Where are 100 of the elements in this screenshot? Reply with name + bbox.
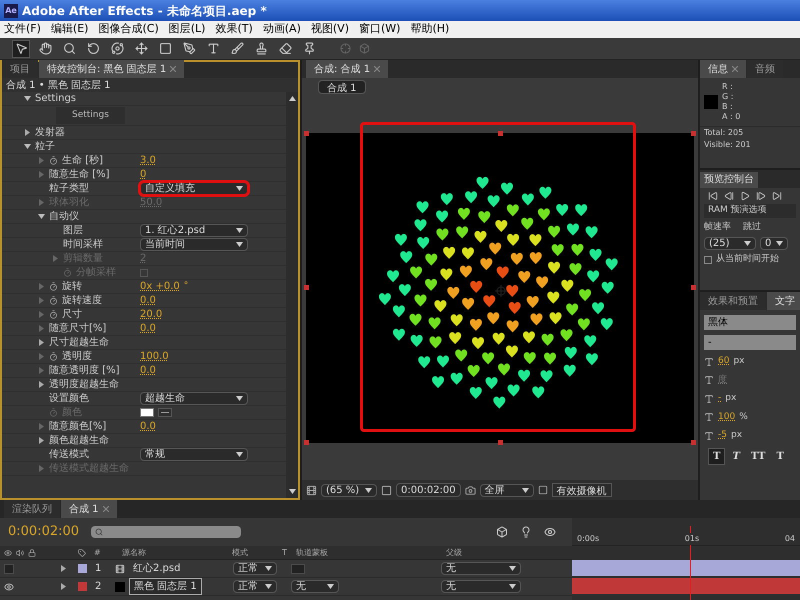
- panel-tab[interactable]: 渲染队列: [4, 500, 60, 518]
- panel-tab[interactable]: 预览控制台: [700, 172, 758, 188]
- first-frame-icon[interactable]: [708, 191, 718, 201]
- visibility-eye-icon[interactable]: [4, 582, 14, 592]
- expand-triangle-icon[interactable]: [60, 565, 67, 572]
- property-value[interactable]: 0.0: [140, 293, 156, 308]
- font-size-value[interactable]: 60: [718, 355, 730, 368]
- scrollbar[interactable]: [286, 92, 298, 498]
- font-style-field[interactable]: -: [704, 335, 796, 350]
- property-dropdown[interactable]: 常规: [140, 448, 248, 461]
- text-style-button[interactable]: T: [772, 448, 788, 464]
- menu-item[interactable]: 图层(L): [168, 21, 206, 38]
- parent-dropdown[interactable]: 无: [441, 562, 521, 575]
- menu-item[interactable]: 图像合成(C): [98, 21, 159, 38]
- panel-tab[interactable]: 合成 1: [61, 500, 117, 518]
- text-style-button[interactable]: T: [728, 448, 744, 464]
- menu-item[interactable]: 效果(T): [215, 21, 253, 38]
- property-value[interactable]: 0x +0.0: [140, 279, 180, 294]
- transform-handle[interactable]: [691, 440, 696, 445]
- active-camera-button[interactable]: 有效摄像机: [552, 483, 612, 497]
- font-family-field[interactable]: 黑体: [704, 315, 796, 330]
- close-icon[interactable]: [170, 66, 176, 72]
- menu-item[interactable]: 帮助(H): [410, 21, 450, 38]
- stopwatch-icon[interactable]: [49, 310, 58, 319]
- panel-tab[interactable]: 合成: 合成 1: [306, 60, 388, 78]
- close-icon[interactable]: [102, 506, 109, 512]
- panel-tab[interactable]: 信息: [700, 60, 746, 78]
- scroll-down-icon[interactable]: [288, 489, 296, 494]
- collapse-triangle-icon[interactable]: [24, 143, 31, 150]
- panel-tab[interactable]: 文字: [767, 292, 800, 310]
- time-display[interactable]: 0:00:02:00: [396, 483, 461, 497]
- layer-name[interactable]: 黑色 固态层 1: [129, 578, 202, 595]
- property-dropdown[interactable]: 1. 红心2.psd: [140, 224, 248, 237]
- last-frame-icon[interactable]: [772, 191, 782, 201]
- property-value[interactable]: 0.0: [140, 363, 156, 378]
- current-time[interactable]: 0:00:02:00: [8, 522, 80, 542]
- expand-triangle-icon[interactable]: [38, 437, 45, 444]
- blend-mode-dropdown[interactable]: 正常: [233, 562, 277, 575]
- menu-item[interactable]: 编辑(E): [50, 21, 88, 38]
- motion-blur-icon[interactable]: [544, 526, 556, 538]
- stopwatch-icon[interactable]: [49, 282, 58, 291]
- property-value[interactable]: 0: [140, 167, 146, 182]
- property-value[interactable]: 100.0: [140, 349, 169, 364]
- track-matte-dropdown[interactable]: 无: [291, 580, 339, 593]
- play-icon[interactable]: [740, 191, 750, 201]
- zoom-dropdown[interactable]: (65 %): [321, 484, 377, 496]
- film-icon[interactable]: [306, 484, 317, 496]
- expand-triangle-icon[interactable]: [60, 583, 67, 590]
- skip-dropdown[interactable]: 0: [760, 237, 788, 250]
- draft-3d-icon[interactable]: [496, 526, 508, 538]
- collapse-triangle-icon[interactable]: [24, 95, 31, 102]
- label-color-chip[interactable]: [78, 564, 87, 573]
- expand-triangle-icon[interactable]: [38, 381, 45, 388]
- composition-breadcrumb[interactable]: 合成 1: [318, 80, 366, 94]
- panel-tab[interactable]: 特效控制台: 黑色 固态层 1: [39, 60, 184, 78]
- menu-item[interactable]: 动画(A): [262, 21, 301, 38]
- visibility-toggle[interactable]: [4, 564, 14, 574]
- light-icon[interactable]: [520, 526, 532, 538]
- eyedropper-icon[interactable]: [158, 408, 172, 417]
- transform-handle[interactable]: [691, 131, 696, 136]
- camera-icon[interactable]: [464, 484, 476, 496]
- checkbox[interactable]: [704, 256, 712, 264]
- transform-handle[interactable]: [304, 440, 309, 445]
- transform-handle[interactable]: [691, 285, 696, 290]
- safe-area-icon[interactable]: [381, 484, 392, 496]
- property-value[interactable]: 0.0: [140, 419, 156, 434]
- close-icon[interactable]: [374, 66, 380, 72]
- transform-handle[interactable]: [498, 131, 503, 136]
- search-field[interactable]: [91, 526, 242, 538]
- collapse-triangle-icon[interactable]: [38, 213, 45, 220]
- vertical-scale-value[interactable]: 100: [718, 410, 736, 424]
- previous-frame-icon[interactable]: [724, 191, 734, 201]
- stopwatch-icon[interactable]: [49, 156, 58, 165]
- menu-item[interactable]: 窗口(W): [358, 21, 400, 38]
- next-frame-icon[interactable]: [756, 191, 766, 201]
- stopwatch-icon[interactable]: [49, 352, 58, 361]
- resolution-dropdown[interactable]: 全屏: [480, 484, 534, 496]
- transform-handle[interactable]: [304, 131, 309, 136]
- parent-dropdown[interactable]: 无: [441, 580, 521, 593]
- region-icon[interactable]: [538, 485, 548, 495]
- ram-preview-options[interactable]: RAM 预演选项: [704, 204, 796, 218]
- property-value[interactable]: 3.0: [140, 153, 156, 168]
- layer-name[interactable]: 红心2.psd: [129, 561, 184, 576]
- transform-handle[interactable]: [498, 440, 503, 445]
- property-dropdown[interactable]: 自定义填充: [140, 182, 248, 195]
- expand-triangle-icon[interactable]: [24, 129, 31, 136]
- transform-handle[interactable]: [304, 285, 309, 290]
- expand-triangle-icon[interactable]: [38, 339, 45, 346]
- leading-value[interactable]: -: [718, 392, 722, 406]
- frame-rate-dropdown[interactable]: (25): [704, 237, 756, 250]
- property-value[interactable]: 20.0: [140, 307, 162, 322]
- blend-mode-dropdown[interactable]: 正常: [233, 580, 277, 593]
- baseline-shift-value[interactable]: -5: [718, 429, 727, 442]
- scroll-up-icon[interactable]: [288, 96, 296, 101]
- settings-button[interactable]: Settings: [56, 107, 125, 124]
- close-icon[interactable]: [732, 66, 738, 72]
- stopwatch-icon[interactable]: [49, 296, 58, 305]
- property-dropdown[interactable]: 当前时间: [140, 238, 248, 251]
- property-dropdown[interactable]: 超越生命: [140, 392, 248, 405]
- property-value[interactable]: 0.0: [140, 321, 156, 336]
